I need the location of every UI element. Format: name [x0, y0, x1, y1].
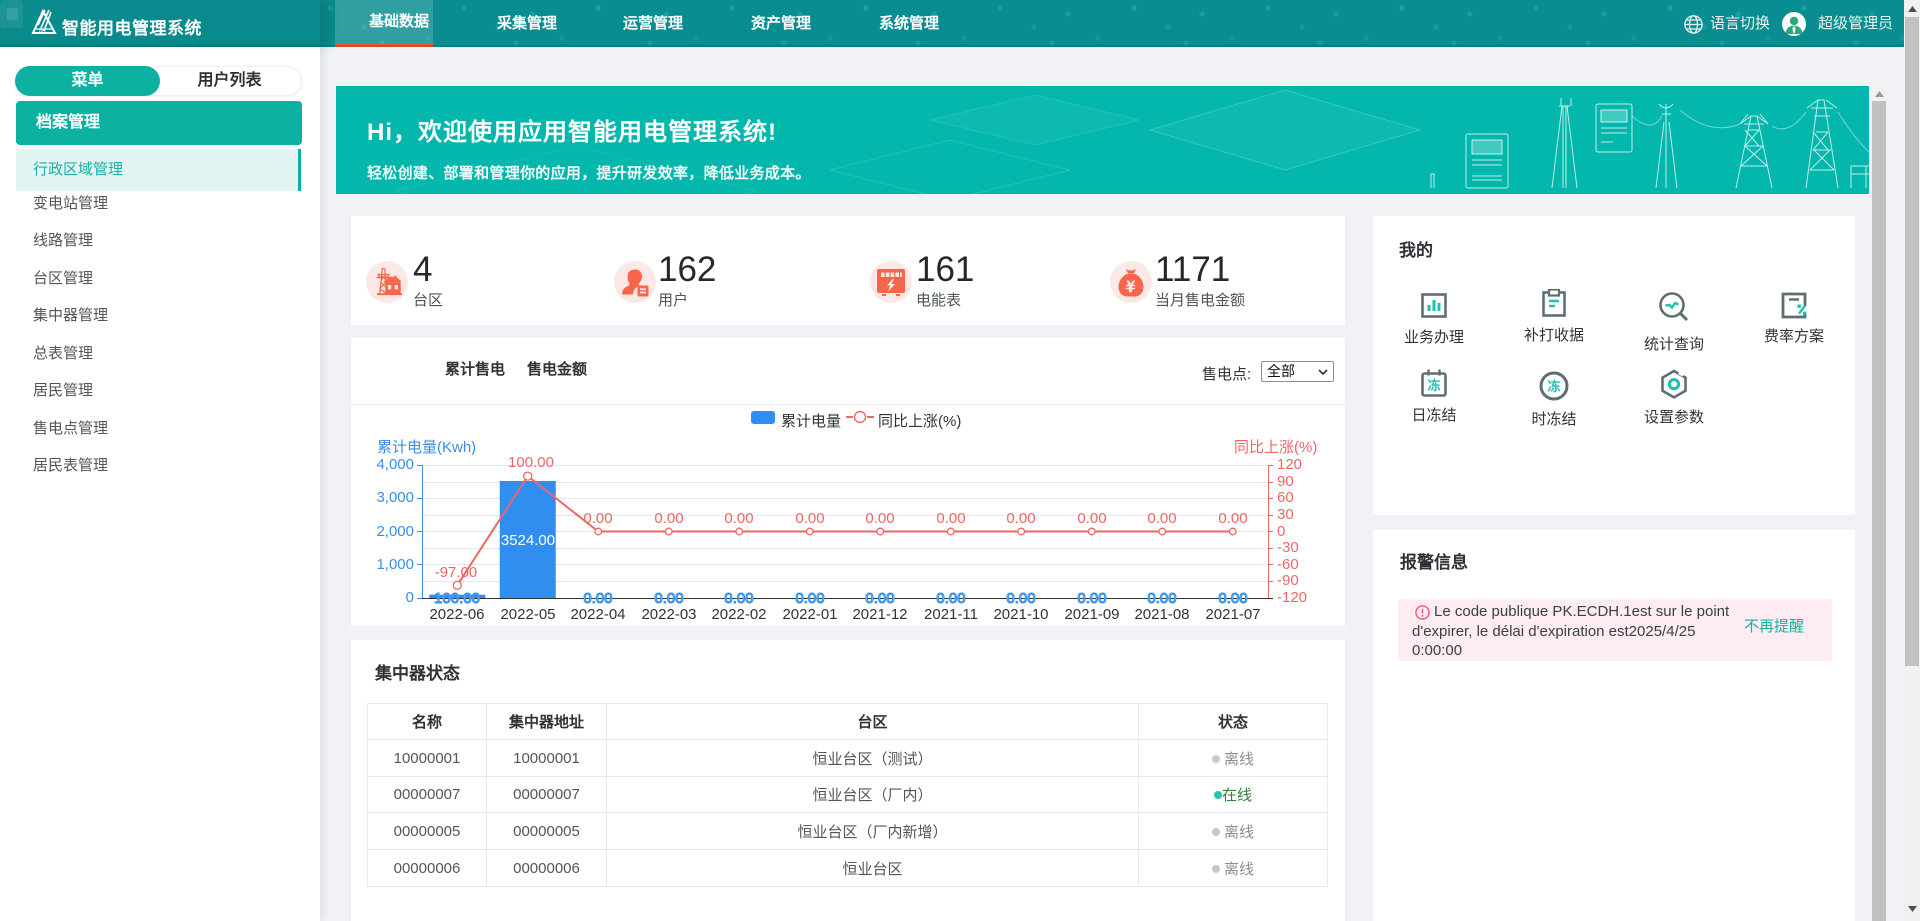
svg-text:冻: 冻: [1427, 378, 1440, 393]
svg-text:ms: ms: [39, 29, 46, 35]
svg-text:冻: 冻: [1547, 379, 1560, 394]
